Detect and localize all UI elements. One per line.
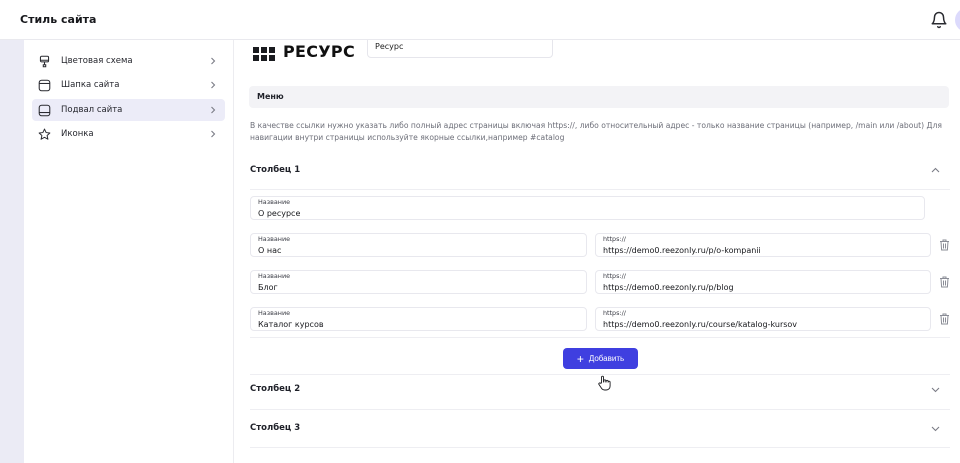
field-value: https://demo0.reezonly.ru/p/o-kompanii (603, 246, 761, 255)
logo-mark (253, 46, 275, 61)
site-name-field[interactable]: Ресурс (367, 40, 553, 58)
top-bar: Стиль сайта (0, 0, 960, 40)
page-title: Стиль сайта (20, 13, 97, 26)
column-2-header[interactable]: Столбец 2 (250, 384, 950, 402)
add-link-button[interactable]: + Добавить (563, 348, 638, 369)
sidebar-item-color-scheme[interactable]: Цветовая схема (32, 50, 225, 72)
sidebar: Цветовая схема Шапка сайта Подвал сайта … (24, 40, 234, 463)
link-name-field[interactable]: Название Блог (250, 270, 587, 294)
sidebar-item-label: Подвал сайта (61, 105, 123, 115)
link-url-field[interactable]: https:// https://demo0.reezonly.ru/p/o-k… (595, 233, 931, 257)
column-title: Столбец 3 (250, 423, 301, 433)
field-value: https://demo0.reezonly.ru/p/blog (603, 283, 734, 292)
star-icon (38, 128, 51, 140)
bell-icon[interactable] (930, 11, 948, 29)
column-title: Столбец 1 (250, 165, 301, 175)
field-label: https:// (603, 235, 626, 243)
sidebar-item-footer[interactable]: Подвал сайта (32, 99, 225, 121)
field-label: https:// (603, 309, 626, 317)
header-layout-icon (38, 79, 51, 91)
chevron-up-icon (931, 167, 940, 173)
divider (250, 374, 950, 375)
logo-text: РЕСУРС (283, 42, 356, 61)
field-label: Название (258, 235, 291, 243)
trash-icon[interactable] (939, 313, 950, 325)
logo: РЕСУРС (253, 42, 355, 61)
trash-icon[interactable] (939, 239, 950, 251)
chevron-right-icon (211, 81, 216, 89)
chevron-right-icon (211, 57, 216, 65)
field-label: https:// (603, 272, 626, 280)
field-label: Название (258, 272, 291, 280)
field-value: О ресурсе (258, 209, 301, 218)
sidebar-item-label: Шапка сайта (61, 80, 120, 90)
palette-icon (39, 55, 50, 67)
sidebar-item-label: Иконка (61, 129, 94, 139)
main-content: РЕСУРС Ресурс Меню В качестве ссылки нуж… (235, 40, 960, 463)
column-3-header[interactable]: Столбец 3 (250, 423, 950, 441)
sidebar-item-label: Цветовая схема (61, 56, 133, 66)
field-label: Название (258, 309, 291, 317)
link-url-field[interactable]: https:// https://demo0.reezonly.ru/p/blo… (595, 270, 931, 294)
field-value: О нас (258, 246, 282, 255)
field-label: Название (258, 198, 291, 206)
avatar[interactable] (955, 8, 960, 32)
trash-icon[interactable] (939, 276, 950, 288)
chevron-right-icon (211, 106, 216, 114)
left-strip (0, 40, 24, 463)
field-value: Каталог курсов (258, 320, 324, 329)
column-1-header[interactable]: Столбец 1 (250, 165, 950, 183)
column-title: Столбец 2 (250, 384, 301, 394)
divider (250, 337, 950, 338)
divider (250, 189, 950, 190)
divider (250, 409, 950, 410)
link-name-field[interactable]: Название О нас (250, 233, 587, 257)
chevron-down-icon (931, 426, 940, 432)
footer-layout-icon (38, 104, 51, 116)
menu-section-header: Меню (249, 86, 949, 108)
add-button-label: Добавить (588, 354, 625, 363)
plus-icon: + (576, 351, 584, 366)
chevron-right-icon (211, 130, 216, 138)
sidebar-item-header[interactable]: Шапка сайта (32, 74, 225, 96)
column-name-field[interactable]: Название О ресурсе (250, 196, 925, 220)
chevron-down-icon (931, 387, 940, 393)
link-name-field[interactable]: Название Каталог курсов (250, 307, 587, 331)
divider (250, 447, 950, 448)
sidebar-item-icon[interactable]: Иконка (32, 123, 225, 145)
link-url-field[interactable]: https:// https://demo0.reezonly.ru/cours… (595, 307, 931, 331)
field-value: https://demo0.reezonly.ru/course/katalog… (603, 320, 798, 329)
field-value: Блог (258, 283, 278, 292)
menu-hint: В качестве ссылки нужно указать либо пол… (250, 121, 942, 142)
